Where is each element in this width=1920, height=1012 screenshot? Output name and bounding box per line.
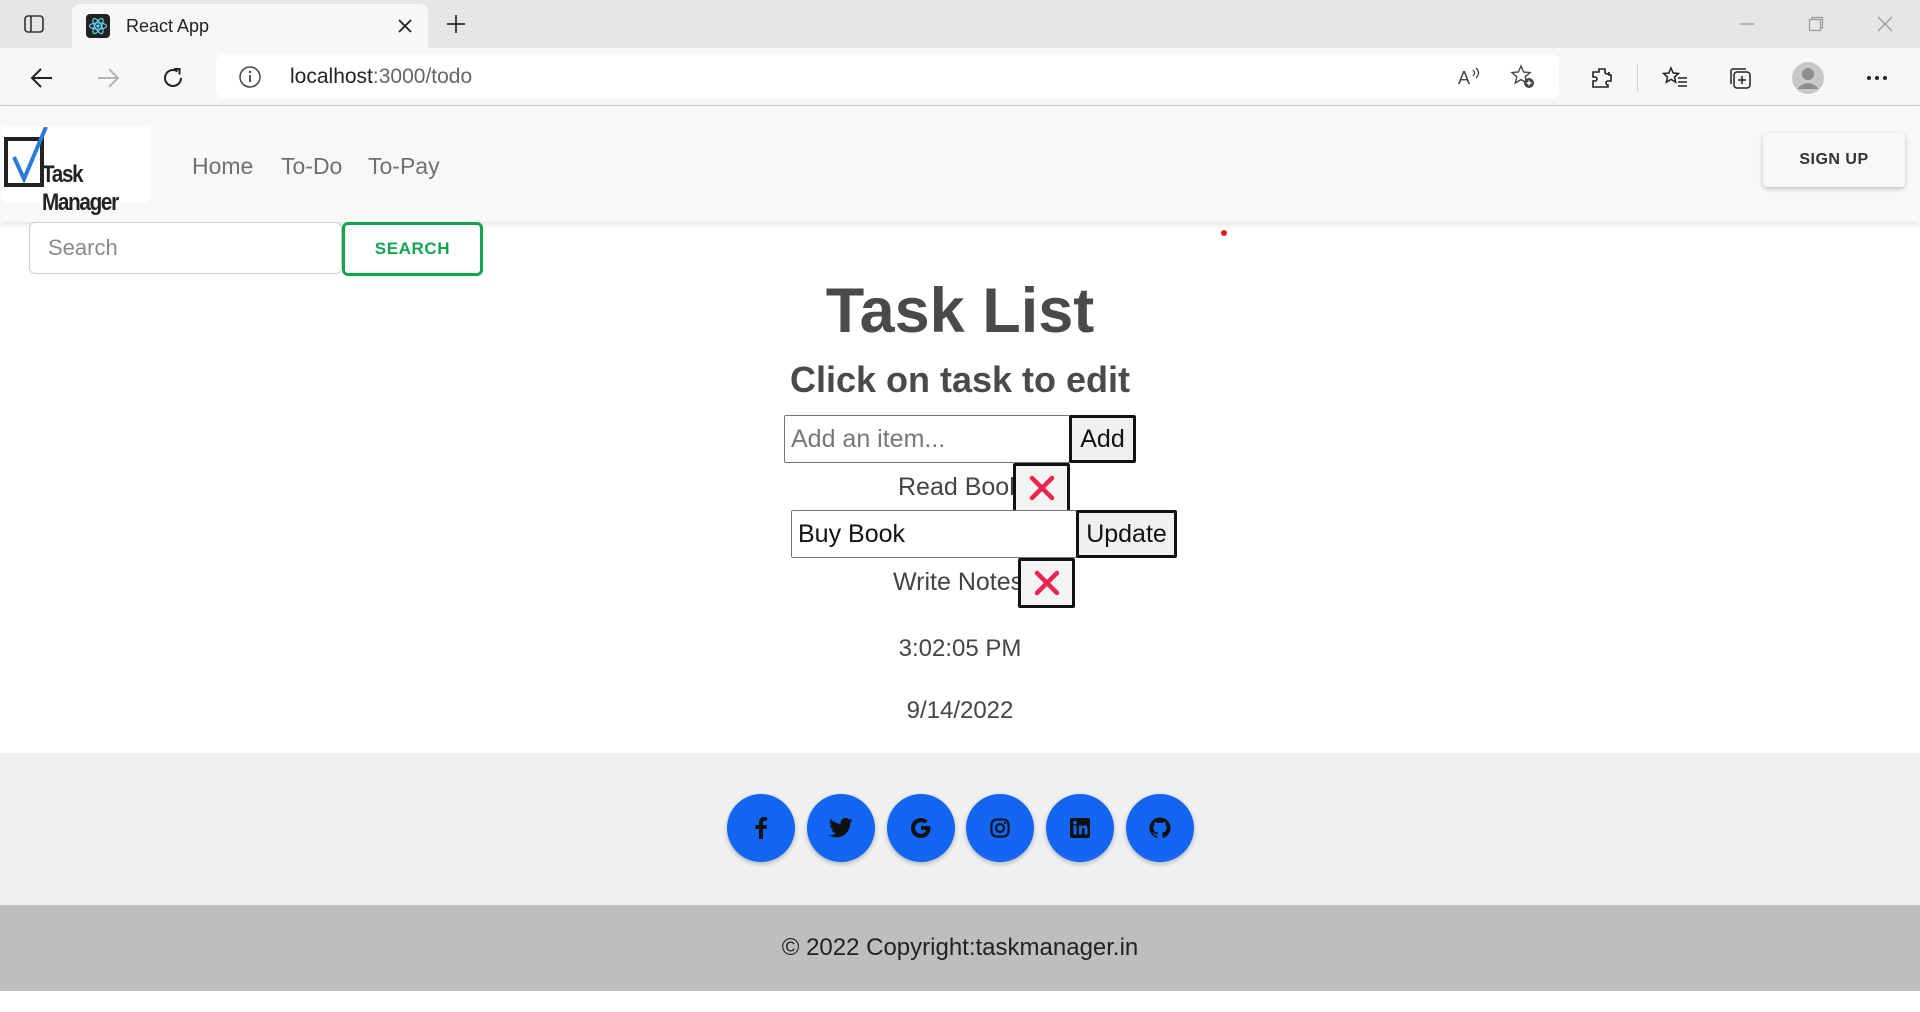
twitter-icon[interactable] — [807, 794, 875, 862]
delete-task-button[interactable] — [1018, 558, 1075, 608]
search-input[interactable] — [29, 222, 342, 274]
svg-text:A: A — [1458, 68, 1470, 88]
page-title: Task List — [825, 276, 1095, 346]
add-button[interactable]: Add — [1069, 415, 1136, 463]
delete-x-icon — [1034, 570, 1059, 596]
copyright-text: © 2022 Copyright:taskmanager.in — [781, 934, 1139, 961]
edit-task-input[interactable] — [791, 510, 1077, 558]
red-dot-marker — [1221, 230, 1227, 236]
restore-icon[interactable] — [1786, 4, 1846, 44]
forward-icon[interactable] — [86, 56, 130, 100]
nav-link-topay[interactable]: To-Pay — [368, 153, 440, 180]
site-info-icon[interactable] — [238, 65, 262, 89]
refresh-icon[interactable] — [151, 56, 195, 100]
minimize-icon[interactable] — [1717, 4, 1777, 44]
delete-x-icon — [1029, 475, 1054, 501]
footer-bottom-strip — [0, 991, 1920, 1012]
browser-tab[interactable]: React App — [72, 4, 428, 48]
react-favicon-icon — [86, 14, 110, 38]
task-manager-logo[interactable]: Task Manager — [2, 127, 150, 216]
more-icon[interactable] — [1855, 56, 1899, 100]
back-icon[interactable] — [20, 56, 64, 100]
browser-toolbar: localhost:3000/todo A — [0, 48, 1920, 106]
extensions-icon[interactable] — [1580, 56, 1624, 100]
update-button[interactable]: Update — [1076, 510, 1177, 558]
add-favorite-icon[interactable] — [1509, 63, 1537, 91]
page-subtitle: Click on task to edit — [789, 359, 1131, 400]
address-bar[interactable]: localhost:3000/todo A — [216, 54, 1559, 98]
tab-title: React App — [126, 15, 210, 36]
close-window-icon[interactable] — [1855, 4, 1915, 44]
instagram-icon[interactable] — [966, 794, 1034, 862]
add-item-input[interactable] — [784, 415, 1070, 463]
task-item-read-book[interactable]: Read Book — [898, 473, 1022, 502]
page-content: Task Manager Home To-Do To-Pay SIGN UP S… — [0, 107, 1920, 1012]
nav-link-home[interactable]: Home — [192, 153, 253, 180]
current-time: 3:02:05 PM — [898, 635, 1022, 662]
new-tab-icon[interactable] — [438, 8, 474, 40]
current-date: 9/14/2022 — [906, 697, 1014, 724]
copyright-bar: © 2022 Copyright:taskmanager.in — [0, 905, 1920, 991]
task-item-write-notes[interactable]: Write Notes — [893, 568, 1023, 597]
facebook-icon[interactable] — [727, 794, 795, 862]
github-icon[interactable] — [1126, 794, 1194, 862]
profile-icon[interactable] — [1786, 56, 1830, 100]
read-aloud-icon[interactable]: A — [1456, 63, 1484, 91]
linkedin-icon[interactable] — [1046, 794, 1114, 862]
nav-link-todo[interactable]: To-Do — [281, 153, 342, 180]
sign-up-button[interactable]: SIGN UP — [1763, 133, 1905, 187]
search-button[interactable]: SEARCH — [342, 222, 483, 276]
favorites-icon[interactable] — [1653, 56, 1697, 100]
google-icon[interactable] — [887, 794, 955, 862]
collections-icon[interactable] — [1718, 56, 1762, 100]
delete-task-button[interactable] — [1013, 463, 1070, 513]
url-text: localhost:3000/todo — [290, 65, 473, 88]
toolbar-divider — [1637, 65, 1638, 91]
browser-tab-strip: React App — [0, 0, 1920, 48]
close-tab-icon[interactable] — [392, 13, 418, 39]
site-footer: © 2022 Copyright:taskmanager.in — [0, 753, 1920, 1012]
tab-actions-icon[interactable] — [14, 9, 54, 39]
site-navbar: Task Manager Home To-Do To-Pay SIGN UP — [0, 107, 1920, 222]
